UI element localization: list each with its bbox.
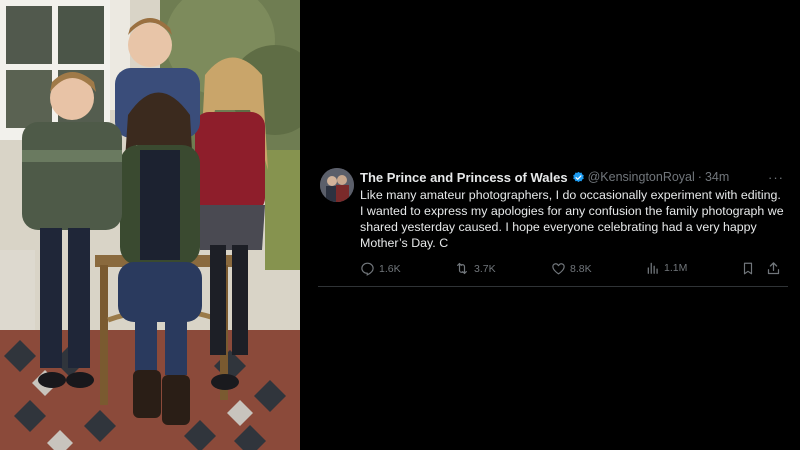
views-button[interactable]: 1.1M (646, 261, 687, 275)
header-separator: · (697, 170, 702, 184)
more-dots-icon[interactable]: ··· (768, 170, 784, 185)
display-name[interactable]: The Prince and Princess of Wales (360, 170, 568, 185)
repost-count: 3.7K (474, 262, 496, 275)
profile-avatar[interactable] (320, 168, 354, 202)
repost-icon (457, 262, 467, 275)
tweet-body: The Prince and Princess of Wales @Kensin… (360, 168, 788, 276)
views-chart-icon (647, 262, 658, 274)
tweet-panel: The Prince and Princess of Wales @Kensin… (300, 0, 800, 450)
tweet-header: The Prince and Princess of Wales @Kensin… (360, 168, 788, 186)
user-handle[interactable]: @KensingtonRoyal (588, 170, 695, 184)
reply-button[interactable]: 1.6K (360, 261, 401, 276)
tweet-divider (318, 286, 788, 287)
family-photo (0, 0, 300, 450)
verified-badge-icon (572, 171, 585, 184)
like-button[interactable]: 8.8K (551, 261, 592, 276)
share-icon[interactable] (766, 261, 785, 276)
reply-icon (361, 262, 374, 276)
like-count: 8.8K (570, 262, 592, 275)
repost-button[interactable]: 3.7K (454, 261, 496, 276)
tweet-timestamp[interactable]: 34m (705, 170, 729, 184)
bookmark-icon[interactable] (741, 261, 759, 276)
reply-count: 1.6K (379, 262, 401, 275)
view-count: 1.1M (664, 262, 688, 274)
tweet-text: Like many amateur photographers, I do oc… (360, 188, 784, 250)
tweet-actions: 1.6K 3.7K 8.8K 1.1M (360, 261, 788, 279)
heart-icon (552, 263, 565, 275)
